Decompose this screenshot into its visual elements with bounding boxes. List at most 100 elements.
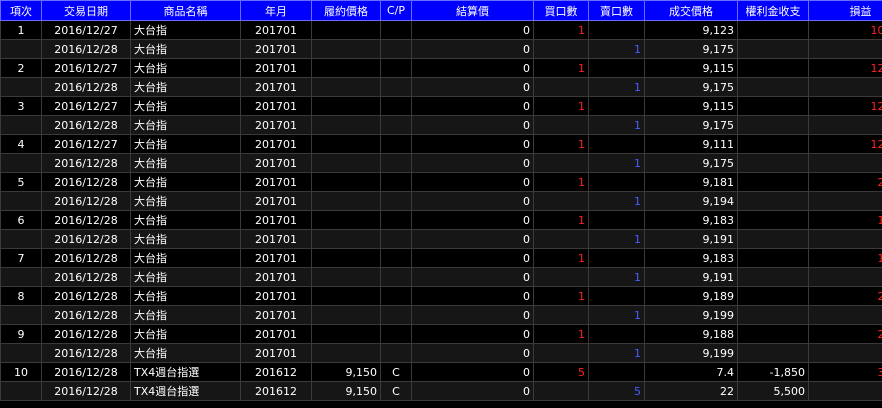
table-row[interactable]: 62016/12/28大台指201701 01 9,183 1,600 [0,210,882,230]
cell-call-put [380,305,412,325]
cell-premium [737,134,809,154]
cell-call-put [380,172,412,192]
cell-trade-date: 2016/12/27 [41,134,131,154]
cell-premium [737,77,809,97]
col-header-trade-date[interactable]: 交易日期 [41,0,131,21]
table-row[interactable]: 92016/12/28大台指201701 01 9,188 2,200 [0,324,882,344]
cell-strike [311,305,381,325]
cell-trade-price: 9,111 [644,134,738,154]
cell-premium [737,305,809,325]
cell-trade-date: 2016/12/28 [41,267,131,287]
cell-seq: 5 [0,172,42,192]
table-row[interactable]: 2016/12/28 大台指 201701 0 1 9,175 [0,115,882,135]
cell-product: 大台指 [130,343,241,363]
col-header-premium[interactable]: 權利金收支 [737,0,809,21]
cell-trade-price: 9,123 [644,20,738,40]
cell-call-put [380,229,412,249]
cell-product: 大台指 [130,134,241,154]
cell-year-month: 201701 [240,58,312,78]
cell-trade-date: 2016/12/28 [41,343,131,363]
cell-trade-price: 9,199 [644,305,738,325]
table-row[interactable]: 2016/12/28 大台指 201701 0 1 9,191 [0,267,882,287]
cell-call-put: C [380,362,412,382]
cell-settle-price: 0 [411,210,534,230]
table-row[interactable]: 2016/12/28 大台指 201701 0 1 9,175 [0,77,882,97]
table-row[interactable]: 10 2016/12/28 TX4週台指選 201612 9,150 C 0 5 7.4 -1,8… [0,362,882,382]
cell-strike [311,267,381,287]
cell-strike [311,96,381,116]
cell-product: 大台指 [130,286,241,306]
col-header-settle-price[interactable]: 結算價 [411,0,534,21]
cell-seq [0,191,42,211]
cell-strike [311,115,381,135]
cell-premium [737,210,809,230]
table-row[interactable]: 2016/12/28 大台指 201701 0 1 9,175 [0,153,882,173]
col-header-pnl[interactable]: 損益 [808,0,882,21]
table-row[interactable]: 2016/12/28 大台指 201701 0 1 9,191 [0,229,882,249]
cell-settle-price: 0 [411,96,534,116]
table-row[interactable]: 12016/12/27大台指201701019,12310,400 [0,20,882,40]
cell-seq [0,305,42,325]
table-row[interactable]: 82016/12/28大台指201701 01 9,189 2,000 [0,286,882,306]
table-row[interactable]: 22016/12/27大台指201701 01 9,115 12,000 [0,58,882,78]
cell-buy-qty: 1 [533,58,589,78]
cell-buy-qty [533,191,589,211]
table-row[interactable]: 2016/12/28 TX4週台指選 201612 9,150 C 0 5 22 5,500 [0,381,882,401]
cell-pnl: 1,600 [808,248,882,268]
cell-buy-qty [533,305,589,325]
cell-trade-price: 9,189 [644,286,738,306]
cell-premium [737,115,809,135]
cell-pnl: 3,650 [808,362,882,382]
cell-seq: 1 [0,20,42,40]
col-header-sell-qty[interactable]: 賣口數 [588,0,645,21]
col-header-call-put[interactable]: C/P [380,0,412,21]
col-header-strike[interactable]: 履約價格 [311,0,381,21]
cell-year-month: 201701 [240,39,312,59]
cell-product: 大台指 [130,58,241,78]
cell-year-month: 201701 [240,343,312,363]
col-header-year-month[interactable]: 年月 [240,0,312,21]
cell-call-put [380,324,412,344]
cell-call-put [380,210,412,230]
cell-seq: 2 [0,58,42,78]
cell-premium [737,343,809,363]
cell-seq [0,115,42,135]
cell-premium [737,267,809,287]
cell-trade-price: 9,115 [644,58,738,78]
table-row[interactable]: 2016/12/28 大台指 201701 0 1 9,199 [0,305,882,325]
col-header-trade-price[interactable]: 成交價格 [644,0,738,21]
cell-premium: -1,850 [737,362,809,382]
cell-buy-qty: 5 [533,362,589,382]
table-row[interactable]: 42016/12/27大台指201701 01 9,111 12,800 [0,134,882,154]
table-row[interactable]: 2016/12/28 大台指 201701 0 1 9,199 [0,343,882,363]
col-header-seq[interactable]: 項次 [0,0,42,21]
cell-premium [737,229,809,249]
cell-sell-qty [588,172,645,192]
cell-seq [0,381,42,401]
cell-product: 大台指 [130,324,241,344]
cell-call-put [380,286,412,306]
cell-call-put [380,191,412,211]
cell-call-put [380,343,412,363]
cell-trade-date: 2016/12/28 [41,248,131,268]
table-row[interactable]: 32016/12/27大台指201701 01 9,115 12,000 [0,96,882,116]
cell-sell-qty: 1 [588,343,645,363]
cell-strike [311,324,381,344]
table-row[interactable]: 2016/12/28 大台指 201701 0 1 9,175 [0,39,882,59]
cell-year-month: 201701 [240,286,312,306]
cell-premium [737,96,809,116]
table-row[interactable]: 72016/12/28大台指201701 01 9,183 1,600 [0,248,882,268]
cell-settle-price: 0 [411,191,534,211]
cell-trade-date: 2016/12/28 [41,362,131,382]
cell-product: 大台指 [130,115,241,135]
cell-strike [311,343,381,363]
cell-buy-qty: 1 [533,20,589,40]
col-header-product[interactable]: 商品名稱 [130,0,241,21]
cell-strike [311,134,381,154]
col-header-buy-qty[interactable]: 買口數 [533,0,589,21]
cell-premium [737,58,809,78]
cell-sell-qty: 1 [588,115,645,135]
table-row[interactable]: 2016/12/28 大台指 201701 0 1 9,194 [0,191,882,211]
cell-seq: 4 [0,134,42,154]
table-row[interactable]: 52016/12/28大台指201701 01 9,181 2,600 [0,172,882,192]
